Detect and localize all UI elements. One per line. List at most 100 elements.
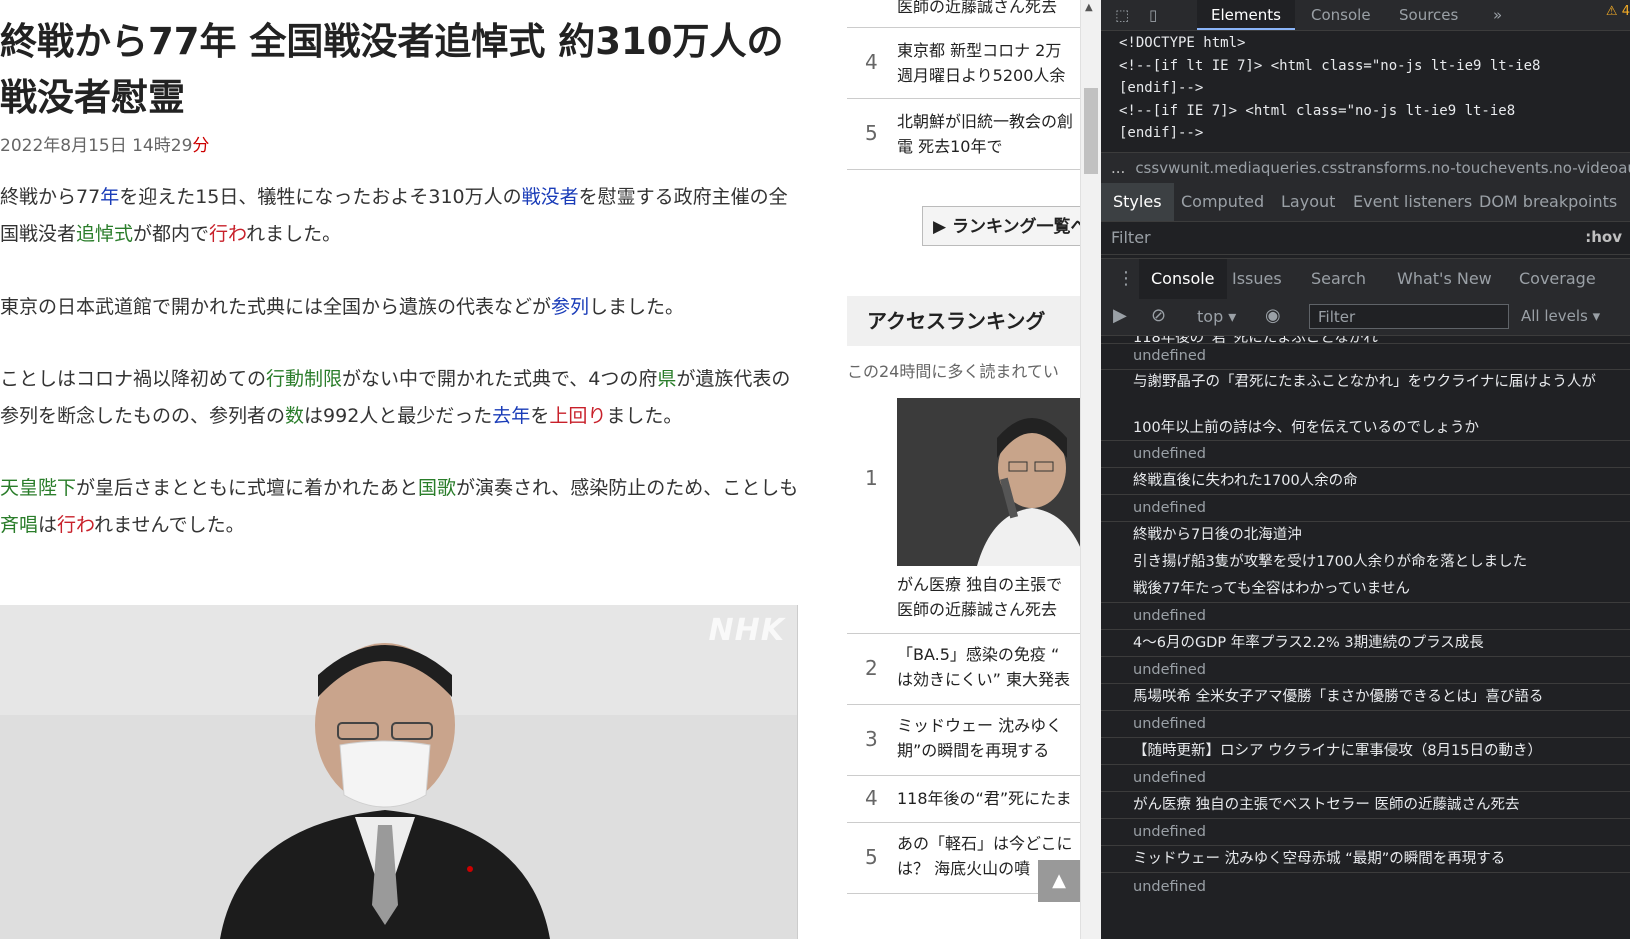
term-link[interactable]: 年	[100, 186, 119, 208]
tab-event-listeners[interactable]: Event listeners	[1353, 183, 1472, 221]
console-output: 118年後の“君”死にたまふことなかれ undefined 与謝野晶子の「君死に…	[1101, 336, 1630, 939]
term-link[interactable]: 国歌	[418, 477, 456, 499]
ranking-item[interactable]: 5 北朝鮮が旧統一教会の創電 死去10年で	[847, 99, 1080, 170]
drawer-tab-console[interactable]: Console	[1139, 259, 1227, 299]
paragraph-3: ことしはコロナ禍以降初めての行動制限がない中で開かれた式典で、4つの府県が遺族代…	[0, 361, 800, 435]
term-link[interactable]: 行わ	[57, 514, 94, 536]
breadcrumb-node[interactable]: cssvwunit.mediaqueries.csstransforms.no-…	[1135, 159, 1630, 177]
warning-badge[interactable]: ⚠ 4	[1606, 4, 1630, 19]
more-tabs-icon[interactable]: »	[1493, 0, 1502, 30]
scrollbar-thumb[interactable]	[1084, 88, 1098, 174]
text: がない中で開かれた式典で、4つの府	[342, 368, 658, 390]
term-link[interactable]: 斉唱	[0, 514, 38, 536]
drawer-tab-issues[interactable]: Issues	[1232, 259, 1282, 299]
term-link[interactable]: 参列	[551, 296, 589, 318]
ranking-item-text: ミッドウェー 沈みゆく 期”の瞬間を再現する	[897, 716, 1063, 760]
device-toolbar-icon[interactable]: ▯	[1149, 0, 1157, 30]
console-return-value: undefined	[1133, 446, 1206, 462]
styles-filter[interactable]: Filter :hov	[1101, 222, 1630, 255]
styles-filter-placeholder: Filter	[1111, 228, 1151, 247]
console-toolbar: ▶ ⊘ top ▾ ◉ Filter All levels ▾	[1101, 299, 1630, 336]
ranking-item-text: 北朝鮮が旧統一教会の創電 死去10年で	[897, 112, 1074, 156]
article: 終戦から77年 全国戦没者追悼式 約310万人の戦没者慰霊 2022年8月15日…	[0, 0, 800, 939]
term-link[interactable]: 上回り	[549, 405, 606, 427]
breadcrumb-more[interactable]: ...	[1101, 159, 1135, 177]
page-scrollbar[interactable]: ▲	[1080, 0, 1101, 939]
tab-elements[interactable]: Elements	[1197, 0, 1295, 30]
text: れました。	[246, 223, 342, 245]
sidebar-toggle-icon[interactable]: ▶	[1113, 305, 1127, 326]
term-link[interactable]: 県	[657, 368, 676, 390]
breadcrumb[interactable]: ... cssvwunit.mediaqueries.csstransforms.…	[1101, 152, 1630, 184]
term-link[interactable]: 戦没者	[522, 186, 579, 208]
ranking-item[interactable]: がん医療 独自の主張で 医師の近藤誠さん死去	[847, 566, 1080, 634]
console-message: 【随時更新】ロシア ウクライナに軍事侵攻（8月15日の動き）	[1133, 743, 1542, 759]
eye-icon[interactable]: ◉	[1265, 305, 1281, 326]
dom-node[interactable]: [endif]-->	[1119, 125, 1203, 141]
ranking-item[interactable]: 2 「BA.5」感染の免疫 “は効きにくい” 東大発表	[847, 634, 1080, 705]
console-message: 終戦から7日後の北海道沖	[1133, 527, 1302, 543]
ranking-item-text: 医師の近藤誠さん死去	[897, 0, 1058, 16]
ranking-number: 1	[865, 466, 878, 490]
hover-state-toggle[interactable]: :hov	[1585, 228, 1622, 246]
rankings-column: 医師の近藤誠さん死去 4 東京都 新型コロナ 2万 週月曜日より5200人余 5 …	[847, 0, 1080, 939]
scroll-up-icon[interactable]: ▲	[1085, 2, 1093, 13]
term-link[interactable]: 行わ	[209, 223, 246, 245]
dom-node[interactable]: <!DOCTYPE html>	[1119, 35, 1245, 51]
dom-node[interactable]: <!--[if lt IE 7]> <html class="no-js lt-…	[1119, 58, 1540, 74]
ranking-list-button[interactable]: ▶ ランキング一覧へ	[922, 206, 1080, 246]
log-levels-dropdown[interactable]: All levels ▾	[1521, 307, 1600, 325]
ranking-item[interactable]: 医師の近藤誠さん死去	[847, 0, 1080, 28]
console-message: 100年以上前の詩は今、何を伝えているのでしょうか	[1133, 420, 1479, 436]
tab-dom-breakpoints[interactable]: DOM breakpoints	[1479, 183, 1617, 221]
drawer-tab-search[interactable]: Search	[1311, 259, 1366, 299]
date-text: 2022年8月15日 14時29	[0, 136, 193, 156]
context-selector[interactable]: top ▾	[1197, 307, 1236, 326]
drawer-tab-coverage[interactable]: Coverage	[1519, 259, 1596, 299]
styles-subtabs: Styles Computed Layout Event listeners D…	[1101, 183, 1630, 222]
console-message: 馬場咲希 全米女子アマ優勝「まさか優勝できるとは」喜び語る	[1133, 689, 1544, 705]
tab-styles[interactable]: Styles	[1101, 183, 1174, 221]
dom-node[interactable]: <!--[if IE 7]> <html class="no-js lt-ie9…	[1119, 103, 1515, 119]
console-message: がん医療 独自の主張でベストセラー 医師の近藤誠さん死去	[1133, 797, 1520, 813]
term-link[interactable]: 去年	[492, 405, 530, 427]
article-date: 2022年8月15日 14時29分	[0, 131, 209, 156]
console-message: 引き揚げ船3隻が攻撃を受け1700人余りが命を落としました	[1133, 554, 1528, 570]
text: れませんでした。	[94, 514, 245, 536]
ranking-thumbnail[interactable]	[897, 398, 1080, 566]
console-filter-placeholder: Filter	[1318, 308, 1356, 326]
term-link[interactable]: 数	[285, 405, 304, 427]
tab-layout[interactable]: Layout	[1281, 183, 1335, 221]
ranking-number: 2	[865, 656, 878, 680]
inspect-element-icon[interactable]: ⬚	[1115, 0, 1129, 30]
drawer-menu-icon[interactable]: ⋮	[1117, 259, 1135, 299]
clear-console-icon[interactable]: ⊘	[1151, 305, 1166, 326]
paragraph-2: 東京の日本武道館で開かれた式典には全国から遺族の代表などが参列しました。	[0, 289, 800, 326]
text: 終戦から77	[0, 186, 101, 208]
ranking-item[interactable]: 4 118年後の“君”死にたま	[847, 776, 1080, 823]
text: 東京の日本武道館で開かれた式典には全国から遺族の代表などが	[0, 296, 552, 318]
text: は	[38, 514, 58, 536]
tab-sources[interactable]: Sources	[1399, 0, 1458, 30]
text: しました。	[589, 296, 685, 318]
ranking-number: 3	[865, 727, 878, 751]
console-return-value: undefined	[1133, 608, 1206, 624]
console-filter-input[interactable]: Filter	[1309, 304, 1509, 329]
thumbnail-illustration	[897, 398, 1080, 566]
back-to-top-button[interactable]: ▲	[1038, 860, 1080, 902]
ranking-item[interactable]: 3 ミッドウェー 沈みゆく 期”の瞬間を再現する	[847, 705, 1080, 776]
term-link[interactable]: 追悼式	[76, 223, 133, 245]
devtools-tabbar: ⬚ ▯ Elements Console Sources » ⚠ 4	[1101, 0, 1630, 31]
term-link[interactable]: 行動制限	[266, 368, 342, 390]
term-link[interactable]: 天皇陛下	[0, 477, 76, 499]
console-message: ミッドウェー 沈みゆく空母赤城 “最期”の瞬間を再現する	[1133, 851, 1506, 867]
ranking-item-text: がん医療 独自の主張で 医師の近藤誠さん死去	[897, 575, 1063, 619]
drawer-tab-whats-new[interactable]: What's New	[1397, 259, 1492, 299]
tab-console[interactable]: Console	[1311, 0, 1371, 30]
date-min: 分	[192, 136, 210, 156]
ranking-item[interactable]: 4 東京都 新型コロナ 2万 週月曜日より5200人余	[847, 28, 1080, 99]
ranking-item-text: 118年後の“君”死にたま	[897, 789, 1072, 808]
elements-tree: <!DOCTYPE html> <!--[if lt IE 7]> <html …	[1101, 31, 1630, 146]
dom-node[interactable]: [endif]-->	[1119, 80, 1203, 96]
tab-computed[interactable]: Computed	[1181, 183, 1264, 221]
